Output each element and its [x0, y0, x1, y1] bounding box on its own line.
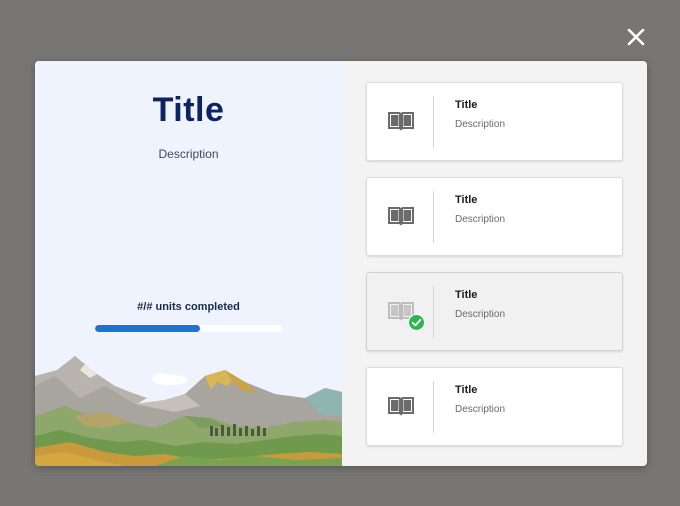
learning-path-dialog: Title Description #/# units completed Ti… [35, 61, 647, 466]
unit-card[interactable]: Title Description [366, 177, 623, 256]
mountain-landscape-illustration [35, 356, 342, 466]
unit-list: Title Description Title Description Titl… [366, 82, 623, 462]
checkmark-icon [408, 314, 425, 331]
card-divider [433, 381, 434, 433]
page-title: Title [152, 91, 225, 129]
card-divider [433, 286, 434, 338]
book-icon [388, 397, 414, 416]
progress-bar-fill [95, 325, 200, 332]
unit-title: Title [455, 384, 478, 396]
book-icon [388, 112, 414, 131]
unit-description: Description [455, 214, 506, 225]
unit-card[interactable]: Title Description [366, 82, 623, 161]
card-divider [433, 96, 434, 148]
progress-label: #/# units completed [137, 301, 240, 313]
unit-title: Title [455, 289, 478, 301]
close-icon [627, 28, 645, 46]
unit-card[interactable]: Title Description [366, 367, 623, 446]
unit-description: Description [455, 119, 506, 130]
unit-description: Description [455, 404, 506, 415]
page-description: Description [158, 147, 219, 161]
unit-card-completed[interactable]: Title Description [366, 272, 623, 351]
summary-panel: Title Description #/# units completed [35, 61, 342, 466]
book-icon [388, 207, 414, 226]
unit-title: Title [455, 99, 478, 111]
unit-title: Title [455, 194, 478, 206]
card-divider [433, 191, 434, 243]
unit-description: Description [455, 309, 506, 320]
progress-bar [95, 325, 282, 332]
close-button[interactable] [624, 25, 648, 49]
